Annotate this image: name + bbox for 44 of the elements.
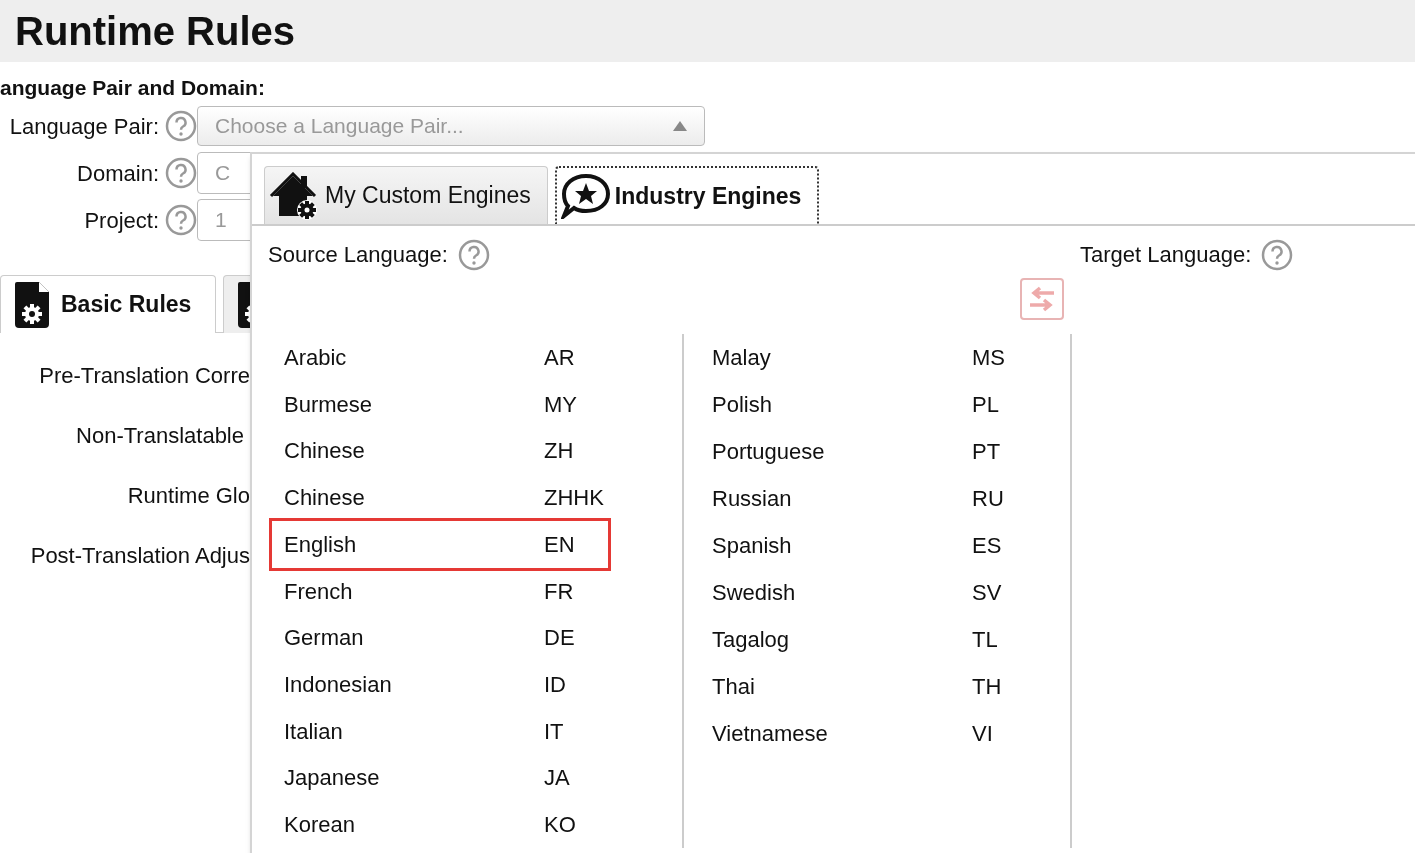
help-icon[interactable] — [457, 238, 490, 271]
section-label: anguage Pair and Domain: — [0, 75, 266, 101]
engine-tab[interactable]: Industry Engines — [554, 166, 820, 224]
field-label: Domain: — [76, 159, 160, 188]
page-title: Runtime Rules — [15, 11, 296, 51]
language-option[interactable]: Chinese ZH — [284, 427, 666, 475]
speech-bubble-star-icon — [560, 173, 611, 219]
rule-tab[interactable]: Basic Rules — [0, 275, 216, 333]
help-icon[interactable] — [165, 204, 197, 236]
language-option[interactable]: Arabic AR — [284, 334, 666, 381]
language-option[interactable]: Italian IT — [284, 707, 666, 755]
engine-tab[interactable]: My Custom Engines — [264, 166, 548, 224]
help-icon[interactable] — [165, 110, 197, 142]
rule-label: Non-Translatable — [76, 423, 244, 448]
help-icon[interactable] — [165, 157, 197, 189]
language-option[interactable]: Tagalog TL — [712, 616, 1054, 663]
language-option[interactable]: Vietnamese VI — [712, 710, 1054, 757]
rule-label: Post-Translation Adjus — [30, 543, 250, 568]
swap-button[interactable] — [1020, 278, 1064, 320]
language-option[interactable]: Malay MS — [712, 334, 1054, 381]
language-option[interactable]: Swedish SV — [712, 569, 1054, 616]
language-option[interactable]: Chinese ZHHK — [284, 474, 666, 521]
rule-label: Runtime Glo — [127, 483, 250, 508]
language-option[interactable]: French FR — [284, 567, 666, 615]
language-option[interactable]: English EN — [272, 520, 608, 568]
language-option[interactable]: Burmese MY — [284, 380, 666, 428]
language-option[interactable]: Indonesian ID — [284, 661, 666, 708]
language-option[interactable]: Polish PL — [712, 381, 1054, 428]
field-label: Project: — [83, 206, 160, 235]
swap-arrows-icon — [1028, 286, 1056, 312]
help-icon[interactable] — [1261, 238, 1294, 271]
rule-label: Pre-Translation Corre — [39, 363, 250, 388]
field-label: Language Pair: — [8, 112, 160, 141]
language-option[interactable]: Japanese JA — [284, 754, 666, 802]
language-option[interactable]: Korean KO — [284, 801, 666, 849]
document-gear-icon — [15, 281, 49, 328]
language-option[interactable]: Thai TH — [712, 663, 1054, 710]
caret-icon — [673, 121, 687, 131]
language-option[interactable]: Russian RU — [712, 475, 1054, 522]
target-language-label: Target Language: — [1080, 241, 1252, 269]
language-option[interactable]: Spanish ES — [712, 522, 1054, 569]
language-option[interactable]: Portuguese PT — [712, 428, 1054, 475]
source-language-label: Source Language: — [268, 241, 448, 269]
language-option[interactable]: German DE — [284, 614, 666, 662]
